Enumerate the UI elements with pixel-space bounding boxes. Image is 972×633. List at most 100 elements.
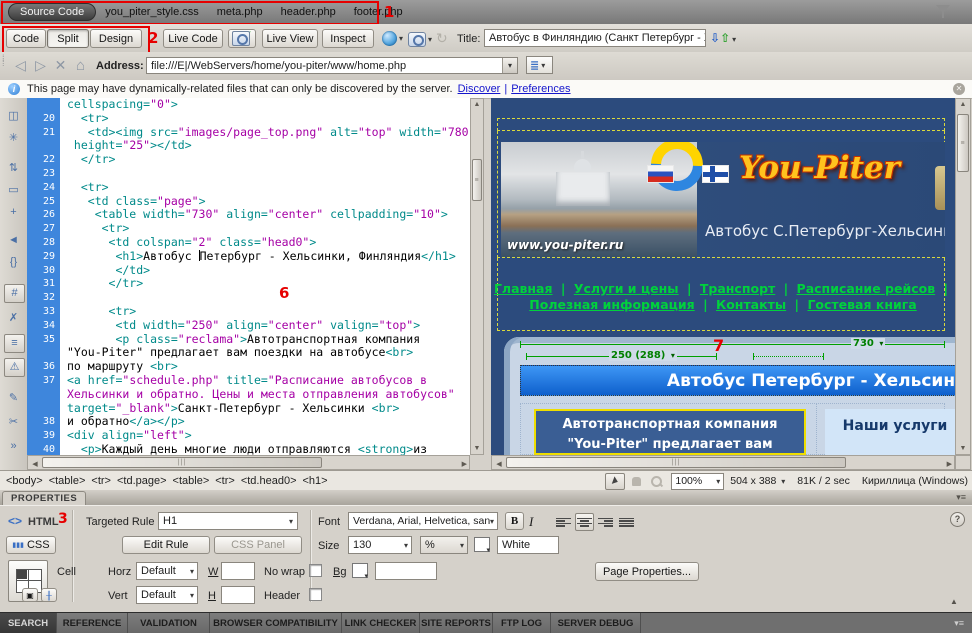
code-line[interactable]: 27 <tr>: [27, 222, 470, 236]
align-center-icon[interactable]: [575, 513, 594, 531]
code-line[interactable]: 29 <h1>Автобус Петербург - Хельсинки, Фи…: [27, 250, 470, 264]
collapse-panel-icon[interactable]: ▲: [950, 597, 958, 606]
title-input[interactable]: Автобус в Финляндию (Санкт Петербург - Х…: [484, 29, 706, 47]
code-line[interactable]: 34 <td width="250" align="center" valign…: [27, 319, 470, 333]
merge-cells-icon[interactable]: ▣: [22, 588, 38, 602]
header-checkbox[interactable]: [309, 588, 322, 601]
code-line[interactable]: 31 </tr>: [27, 277, 470, 291]
code-line[interactable]: 37<a href="schedule.php" title="Расписан…: [27, 374, 470, 388]
open-documents-icon[interactable]: ◫: [4, 108, 23, 125]
nav-link[interactable]: Расписание рейсов: [797, 281, 936, 296]
window-size-select[interactable]: 504 x 388 ▾: [730, 475, 785, 487]
zoom-tool-icon[interactable]: [647, 474, 665, 489]
expand-all-icon[interactable]: +: [4, 204, 23, 221]
select-tool-icon[interactable]: [605, 473, 625, 490]
apply-comment-icon[interactable]: ✎: [4, 390, 23, 407]
visual-aids-icon[interactable]: ▾: [408, 32, 432, 47]
toolbar-grip[interactable]: ⁞⁞: [2, 56, 8, 76]
back-icon[interactable]: ◁: [12, 57, 29, 74]
page-properties-button[interactable]: Page Properties...: [595, 562, 699, 581]
tag-selector-item[interactable]: <h1>: [303, 475, 328, 487]
live-code-button[interactable]: Live Code: [163, 29, 223, 48]
targeted-rule-select[interactable]: H1 ▾: [158, 512, 298, 530]
zoom-level-select[interactable]: 100%▾: [671, 473, 724, 490]
properties-tab[interactable]: PROPERTIES: [2, 491, 86, 506]
tag-selector-item[interactable]: <tr>: [91, 475, 111, 487]
results-tab-validation[interactable]: VALIDATION: [128, 613, 210, 633]
code-vertical-scrollbar[interactable]: ▲ ≡ ▼: [470, 98, 484, 455]
results-tab-link-checker[interactable]: LINK CHECKER: [342, 613, 420, 633]
address-dropdown-icon[interactable]: ▾: [502, 58, 517, 73]
code-line[interactable]: cellspacing="0">: [27, 98, 470, 112]
results-tab-browser-compatibility[interactable]: BROWSER COMPATIBILITY: [210, 613, 342, 633]
live-view-button[interactable]: Live View: [262, 29, 318, 48]
line-numbers-icon[interactable]: #: [4, 284, 25, 303]
recent-snippets-icon[interactable]: »: [4, 438, 23, 455]
collapse-full-tag-icon[interactable]: ⇅: [4, 160, 23, 177]
width-input[interactable]: [221, 562, 255, 580]
align-left-icon[interactable]: [554, 513, 573, 531]
code-line[interactable]: target="_blank">Санкт-Петербург - Хельси…: [27, 402, 470, 416]
select-parent-tag-icon[interactable]: ◄: [4, 232, 23, 249]
code-line[interactable]: 25 <td class="page">: [27, 195, 470, 209]
check-browser-compatibility-icon[interactable]: ✓: [228, 29, 256, 48]
horz-align-select[interactable]: Default▾: [136, 562, 198, 580]
info-bar-close-icon[interactable]: ✕: [953, 83, 965, 95]
highlight-invalid-code-icon[interactable]: ✗: [4, 310, 23, 327]
code-line[interactable]: 30 </td>: [27, 264, 470, 278]
nav-link[interactable]: Гостевая книга: [807, 297, 916, 312]
discover-link[interactable]: Discover: [458, 83, 501, 95]
filter-related-files-icon[interactable]: [936, 5, 950, 13]
nav-link[interactable]: Транспорт: [700, 281, 775, 296]
code-editor[interactable]: cellspacing="0">20 <tr>21 <td><img src="…: [27, 98, 470, 455]
tag-selector-item[interactable]: <table>: [173, 475, 210, 487]
tag-selector-item[interactable]: <table>: [49, 475, 86, 487]
design-horizontal-scrollbar[interactable]: ◀ ||| ▶: [491, 455, 955, 470]
refresh-design-view-icon[interactable]: ↻: [436, 30, 448, 47]
results-tab-ftp-log[interactable]: FTP LOG: [493, 613, 551, 633]
results-tab-server-debug[interactable]: SERVER DEBUG: [551, 613, 641, 633]
inspect-button[interactable]: Inspect: [322, 29, 374, 48]
hand-tool-icon[interactable]: [627, 474, 645, 489]
page-heading[interactable]: Автобус Петербург - Хельсинки, Финляндия: [520, 365, 955, 396]
word-wrap-icon[interactable]: ≡: [4, 334, 25, 353]
code-line[interactable]: 23: [27, 167, 470, 181]
size-unit-select[interactable]: % ▾: [420, 536, 468, 554]
code-horizontal-scrollbar[interactable]: ◀ ||| ▶: [27, 455, 470, 470]
code-line[interactable]: height="25"></td>: [27, 139, 470, 153]
text-color-swatch[interactable]: [474, 537, 490, 552]
size-select[interactable]: 130 ▾: [348, 536, 412, 554]
live-view-options-icon[interactable]: ≣▾: [526, 56, 553, 74]
code-navigator-icon[interactable]: ✳: [4, 130, 23, 147]
promo-text-cell[interactable]: Автотранспортная компания "You-Piter" пр…: [534, 409, 806, 455]
font-select[interactable]: Verdana, Arial, Helvetica, sans-serif ▾: [348, 512, 498, 530]
file-management-icon[interactable]: ⇩⇧▾: [710, 31, 736, 45]
services-heading-cell[interactable]: Наши услуги: [825, 409, 955, 455]
code-line[interactable]: Хельсинки и обратно. Цены и места отправ…: [27, 388, 470, 402]
code-line[interactable]: 40 <p>Каждый день многие люди отправляют…: [27, 443, 470, 455]
table-width-label[interactable]: 730 ▾: [851, 338, 885, 349]
code-line[interactable]: 36по маршруту <br>: [27, 360, 470, 374]
bold-button[interactable]: B: [505, 512, 524, 530]
stop-icon[interactable]: ✕: [52, 57, 69, 74]
code-line[interactable]: 32: [27, 291, 470, 305]
design-vertical-scrollbar[interactable]: ▲ ≡ ▼: [955, 98, 971, 455]
code-line[interactable]: 35 <p class="reclama">Автотранспортная к…: [27, 333, 470, 347]
no-wrap-checkbox[interactable]: [309, 564, 322, 577]
italic-button[interactable]: I: [529, 514, 533, 530]
css-panel-button[interactable]: CSS Panel: [214, 536, 302, 554]
code-line[interactable]: 21 <td><img src="images/page_top.png" al…: [27, 126, 470, 140]
results-tab-search[interactable]: SEARCH: [0, 613, 57, 633]
syntax-error-alerts-icon[interactable]: ⚠: [4, 358, 25, 377]
results-panel-menu-icon[interactable]: ▾≡: [954, 618, 964, 629]
code-line[interactable]: 39<div align="left">: [27, 429, 470, 443]
nav-link[interactable]: Контакты: [716, 297, 786, 312]
html-mode-button[interactable]: HTML: [28, 516, 59, 528]
design-view[interactable]: You-Piter Автобус С.Петербург-Хельсинки …: [491, 98, 955, 455]
tag-selector-item[interactable]: <td.head0>: [241, 475, 297, 487]
forward-icon[interactable]: ▷: [32, 57, 49, 74]
split-cell-icon[interactable]: ╫: [41, 588, 57, 602]
results-tab-site-reports[interactable]: SITE REPORTS: [420, 613, 493, 633]
nav-link[interactable]: Главная: [494, 281, 553, 296]
code-line[interactable]: 33 <tr>: [27, 305, 470, 319]
